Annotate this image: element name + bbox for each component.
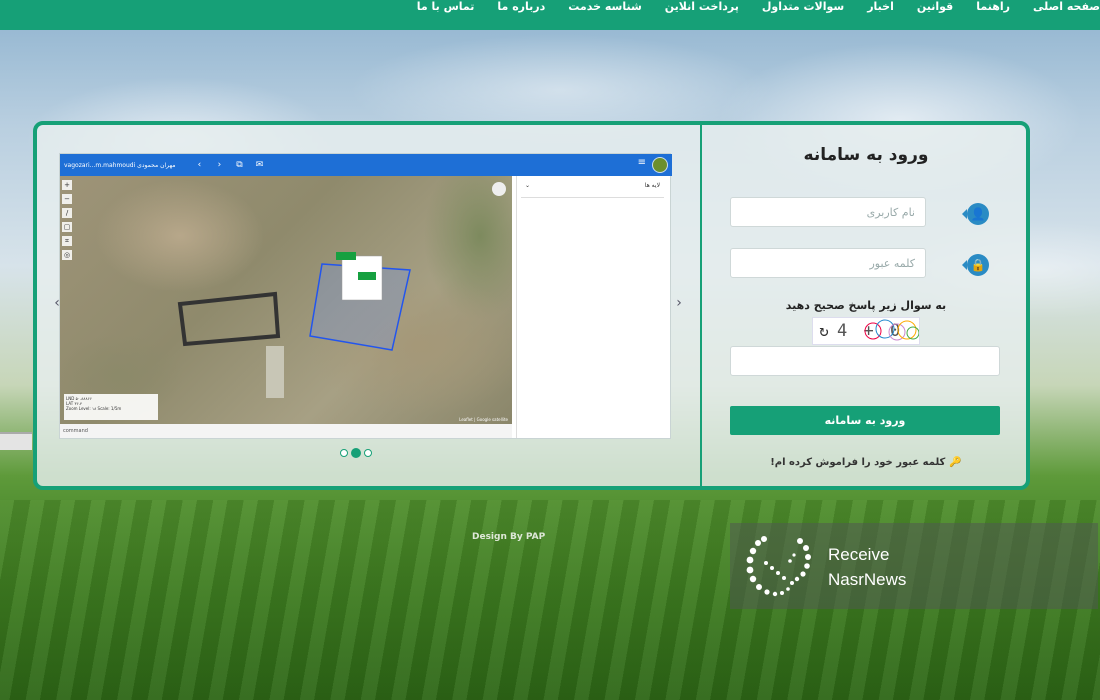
map-forward-icon: › [217,160,222,170]
map-menu-icon: ≡ [637,157,646,168]
refresh-icon[interactable]: ↻ [815,322,833,340]
login-submit-button[interactable]: ورود به سامانه [730,406,1000,435]
login-panel: ورود به سامانه 👤 🔒 به سوال زیر پاسخ صحیح… [702,125,1026,486]
captcha-noise [864,319,919,341]
zoom-in-icon: + [62,180,72,190]
map-logo [652,157,668,173]
forgot-password-link[interactable]: 🔑کلمه عبور خود را فراموش کرده ام! [702,457,1026,468]
main-card: ‹ › vagozari...m.mahmoudi مهران محمودی ‹… [33,121,1030,490]
password-input[interactable] [730,248,926,278]
layers-panel-header: لایه ها ⌄ [521,182,664,198]
popup-button-a [336,252,356,260]
slide-preview-image: vagozari...m.mahmoudi مهران محمودی ‹ › ⧉… [59,153,672,439]
nav-item-guide[interactable]: راهنما [976,0,1010,14]
slider-dot-2[interactable] [351,448,361,458]
slider-dot-3[interactable] [364,449,372,457]
nav-item-rules[interactable]: قوانین [917,0,953,14]
satellite-map: + − / ▢ ⌗ ◎ LND ۵۰.۸۸۸۶۶ LAT ۳۶.۴ Zoom L… [60,176,512,424]
map-external-icon: ⧉ [236,160,243,170]
design-credit: Design By PAP [472,532,546,542]
nasrnews-logo-icon [746,536,811,597]
zoom-out-icon: − [62,194,72,204]
layers-panel: لایه ها ⌄ [516,176,668,438]
user-icon: 👤 [962,203,989,225]
top-nav: صفحه اصلی راهنما قوانین اخبار سوالات متد… [0,0,1100,30]
username-input[interactable] [730,197,926,227]
nasrnews-badge: Receive NasrNews [730,523,1098,609]
nav-item-news[interactable]: اخبار [867,0,894,14]
building-outline [177,291,281,347]
badge-line-2: NasrNews [828,570,907,589]
background-building [0,432,32,450]
login-title: ورود به سامانه [803,145,929,165]
slider-dots [340,448,372,458]
layers-icon [492,182,506,196]
nav-item-online-payment[interactable]: پرداخت انلاین [665,0,739,14]
captcha-answer-input[interactable] [730,346,1000,376]
map-mail-icon: ✉ [255,160,264,170]
map-toolbar: vagozari...m.mahmoudi مهران محمودی ‹ › ⧉… [60,154,672,176]
status-line-3: Zoom Level: ۱۸ Scale: 1/5m [66,406,122,411]
layers-panel-title: لایه ها [644,182,660,189]
nav-item-about[interactable]: درباره ما [497,0,545,14]
nav-item-faq[interactable]: سوالات متداول [762,0,844,14]
map-overlay [177,252,411,398]
building-roof [266,346,284,398]
draw-line-icon: / [62,208,72,218]
measure-icon: ⌗ [62,236,72,246]
map-attribution: Leaflet | Google satellite [459,417,508,422]
nav-item-contact[interactable]: تماس با ما [417,0,475,14]
nav-item-service-id[interactable]: شناسه خدمت [568,0,642,14]
locate-icon: ◎ [62,250,72,260]
map-tools: + − / ▢ ⌗ ◎ [62,180,74,260]
map-user-label: vagozari...m.mahmoudi مهران محمودی [64,161,176,169]
map-command-bar: command [60,424,512,438]
map-status-box: LND ۵۰.۸۸۸۶۶ LAT ۳۶.۴ Zoom Level: ۱۸ Sca… [64,394,158,420]
chevron-down-icon: ⌄ [525,182,531,189]
badge-line-1: Receive [828,545,890,564]
popup-button-b [358,272,376,280]
map-back-icon: ‹ [197,160,202,170]
captcha-image: ↻ 4 + 0 [812,317,920,345]
nav-item-home[interactable]: صفحه اصلی [1033,0,1100,14]
slider-next-arrow[interactable]: › [673,295,685,311]
key-icon: 🔑 [949,457,962,468]
captcha-label: به سوال زیر پاسخ صحیح دهید [785,299,947,312]
forgot-password-label: کلمه عبور خود را فراموش کرده ام! [770,457,946,468]
draw-polygon-icon: ▢ [62,222,72,232]
slider-dot-1[interactable] [340,449,348,457]
lock-icon: 🔒 [962,254,989,276]
